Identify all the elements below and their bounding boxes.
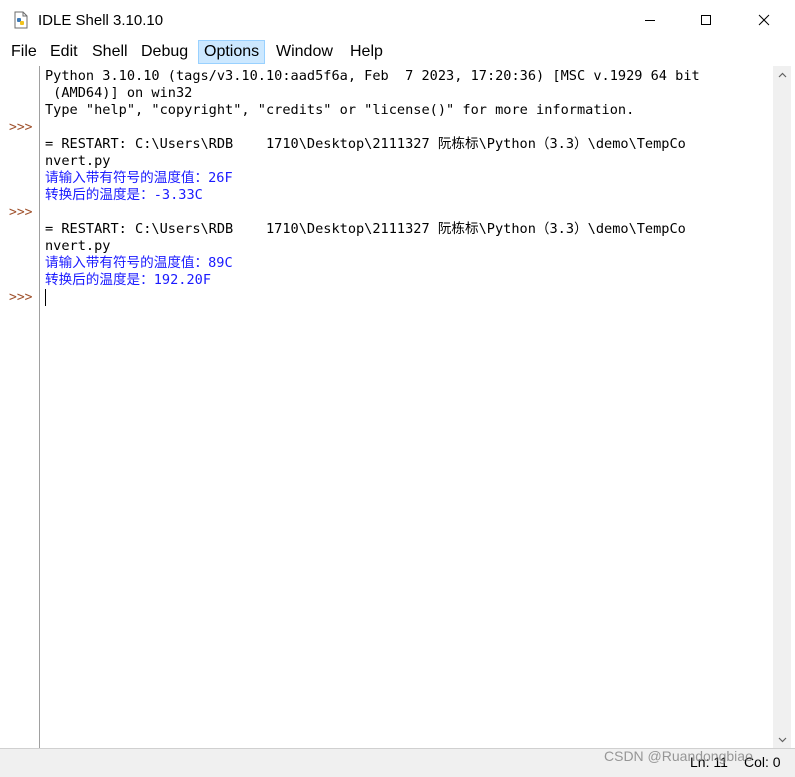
shell-output-line: Type "help", "copyright", "credits" or "… — [45, 102, 635, 118]
program-output-line: 请输入带有符号的温度值：89C — [45, 255, 233, 271]
maximize-icon — [701, 15, 711, 25]
minimize-icon — [645, 20, 655, 21]
title-bar[interactable]: IDLE Shell 3.10.10 — [0, 0, 795, 40]
program-output-line: 转换后的温度是：192.20F — [45, 272, 212, 288]
scroll-up-button[interactable] — [773, 66, 791, 83]
restart-line: nvert.py — [45, 153, 111, 169]
maximize-button[interactable] — [677, 0, 735, 40]
menu-bar: File Edit Shell Debug Options Window Hel… — [0, 40, 795, 64]
restart-line: = RESTART: C:\Users\RDB 1710\Desktop\211… — [45, 221, 686, 237]
window-title: IDLE Shell 3.10.10 — [38, 12, 164, 29]
python-file-icon — [14, 11, 28, 29]
watermark-text: CSDN @Ruandongbiao — [604, 748, 753, 764]
shell-prompt: >>> — [9, 290, 33, 305]
shell-prompt: >>> — [9, 205, 33, 220]
menu-help[interactable]: Help — [345, 40, 388, 64]
shell-prompt: >>> — [9, 120, 33, 135]
text-cursor — [45, 289, 46, 306]
restart-line: nvert.py — [45, 238, 111, 254]
prompt-gutter: >>> >>> >>> — [0, 66, 40, 748]
menu-edit[interactable]: Edit — [45, 40, 83, 64]
menu-window[interactable]: Window — [271, 40, 338, 64]
shell-text-area[interactable]: Python 3.10.10 (tags/v3.10.10:aad5f6a, F… — [40, 66, 770, 748]
chevron-down-icon — [778, 737, 786, 742]
vertical-scrollbar[interactable] — [773, 66, 791, 748]
shell-output-line: Python 3.10.10 (tags/v3.10.10:aad5f6a, F… — [45, 68, 700, 84]
program-output-line: 请输入带有符号的温度值：26F — [45, 170, 233, 186]
minimize-button[interactable] — [621, 0, 679, 40]
menu-options[interactable]: Options — [198, 40, 266, 64]
menu-debug[interactable]: Debug — [136, 40, 193, 64]
chevron-up-icon — [778, 72, 786, 77]
close-button[interactable] — [735, 0, 793, 40]
idle-shell-window: IDLE Shell 3.10.10 File Edit Shell Debug… — [0, 0, 795, 777]
menu-shell[interactable]: Shell — [87, 40, 133, 64]
program-output-line: 转换后的温度是：-3.33C — [45, 187, 203, 203]
menu-file[interactable]: File — [6, 40, 42, 64]
scroll-down-button[interactable] — [773, 731, 791, 748]
close-icon — [758, 14, 770, 26]
restart-line: = RESTART: C:\Users\RDB 1710\Desktop\211… — [45, 136, 686, 152]
shell-output-line: (AMD64)] on win32 — [45, 85, 193, 101]
